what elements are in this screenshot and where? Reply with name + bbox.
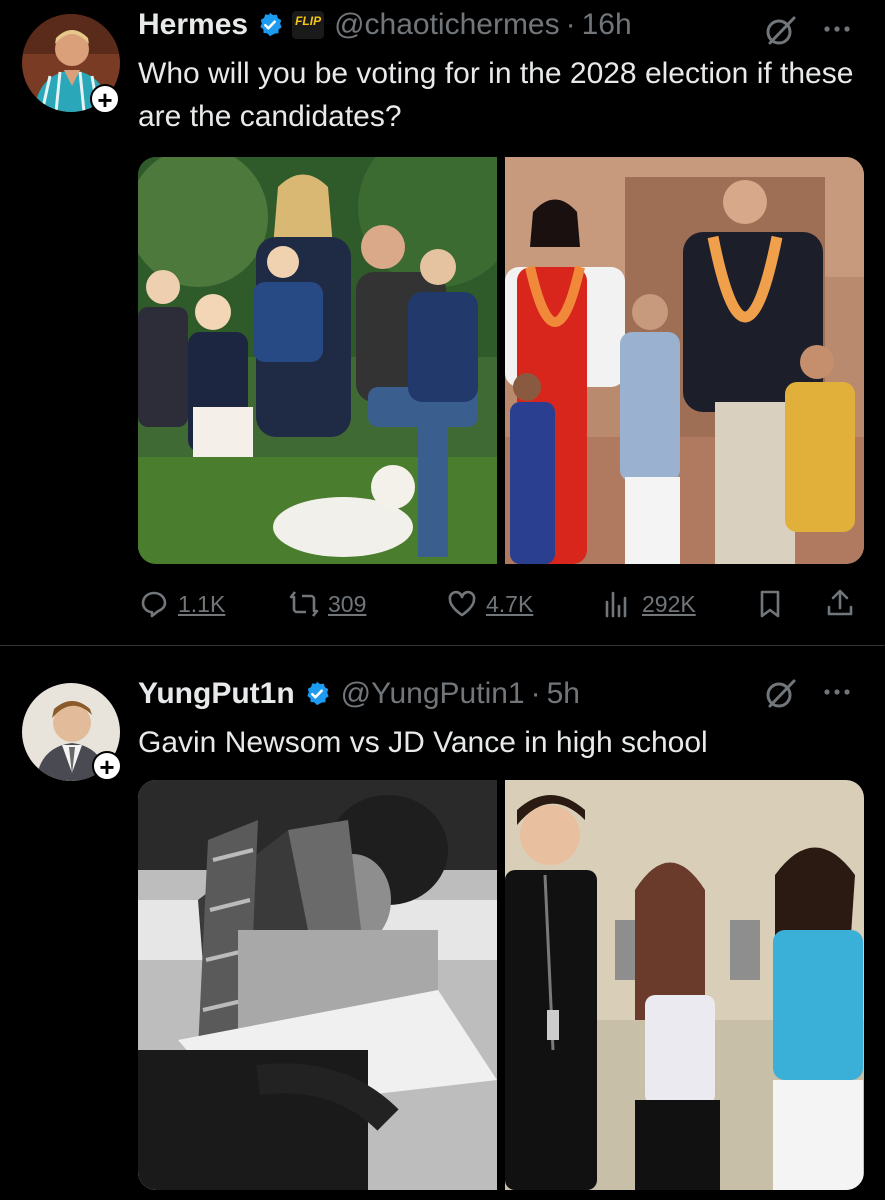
bookmark-button[interactable] (754, 588, 786, 620)
follow-plus-icon[interactable]: + (90, 84, 120, 114)
author-handle[interactable]: @YungPutin1 (341, 677, 525, 711)
tweet-header: YungPut1n @YungPutin1 · 5h (138, 677, 580, 711)
verified-badge-icon (306, 681, 329, 706)
tweet[interactable]: + Hermes FLIP @chaotichermes · 16h Who w… (0, 0, 885, 640)
verified-badge-icon (260, 12, 282, 37)
tweet-media[interactable] (138, 157, 864, 564)
reply-button[interactable]: 1.1K (138, 588, 225, 620)
media-photo[interactable] (505, 157, 864, 564)
follow-plus-icon[interactable]: + (92, 751, 122, 781)
author-name[interactable]: YungPut1n (138, 677, 295, 711)
like-icon (448, 590, 476, 617)
share-button[interactable] (824, 588, 856, 620)
flip-badge-label: FLIP (295, 14, 322, 28)
timestamp[interactable]: 5h (547, 677, 580, 711)
tweet-text: Gavin Newsom vs JD Vance in high school (138, 726, 708, 759)
views-button[interactable]: 292K (602, 588, 696, 620)
tweet-media[interactable] (138, 780, 864, 1190)
author-name[interactable]: Hermes (138, 8, 248, 42)
views-icon (605, 591, 627, 618)
more-icon[interactable] (822, 12, 852, 46)
tweet-text: Who will you be voting for in the 2028 e… (138, 57, 854, 133)
tweet-divider (0, 645, 885, 646)
media-photo[interactable] (138, 157, 497, 564)
tweet[interactable]: + YungPut1n @YungPutin1 · 5h Gavin Newso… (0, 655, 885, 1200)
reply-icon (141, 591, 167, 618)
grok-icon[interactable] (764, 677, 798, 711)
views-count: 292K (642, 590, 696, 617)
timestamp[interactable]: 16h (582, 8, 632, 42)
like-button[interactable]: 4.7K (446, 588, 533, 620)
flip-badge-icon: FLIP (292, 11, 325, 39)
like-count: 4.7K (486, 590, 534, 617)
more-icon[interactable] (822, 675, 852, 709)
separator-dot: · (565, 8, 576, 41)
reply-count: 1.1K (178, 590, 226, 617)
tweet-actions: 1.1K 309 4.7K 292K (138, 588, 864, 624)
share-icon (827, 589, 853, 616)
repost-count: 309 (328, 590, 367, 617)
bookmark-icon (760, 590, 780, 618)
author-handle[interactable]: @chaotichermes (334, 8, 560, 42)
separator-dot: · (530, 677, 541, 710)
repost-icon (289, 591, 319, 617)
media-photo[interactable] (138, 780, 497, 1190)
repost-button[interactable]: 309 (288, 588, 366, 620)
media-photo[interactable] (505, 780, 864, 1190)
tweet-header: Hermes FLIP @chaotichermes · 16h (138, 8, 632, 42)
grok-icon[interactable] (764, 14, 798, 48)
